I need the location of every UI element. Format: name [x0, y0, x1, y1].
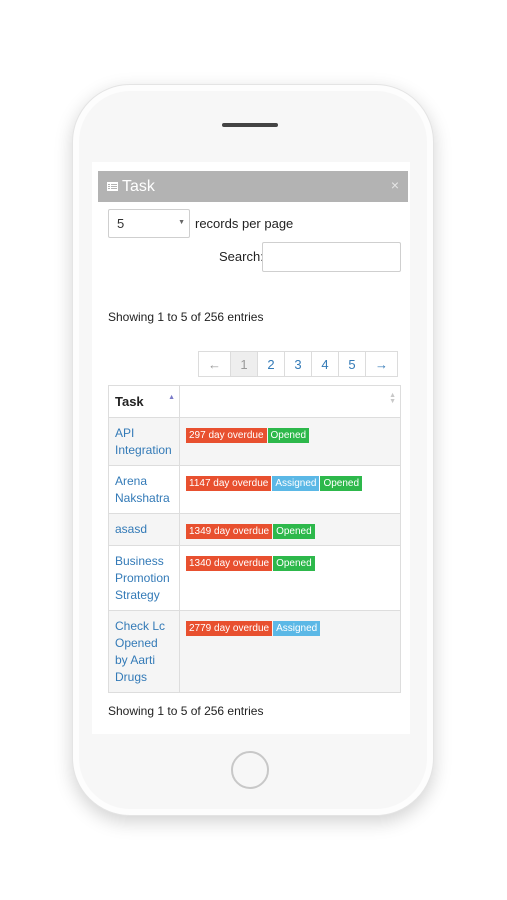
task-cell: asasd	[108, 513, 180, 546]
panel-header: Task ×	[98, 171, 408, 202]
records-per-page-select[interactable]: 5 ▼	[108, 209, 190, 238]
close-icon[interactable]: ×	[391, 177, 399, 193]
opened-badge: Opened	[273, 524, 315, 539]
pagination-prev-button[interactable]: ←	[198, 351, 231, 377]
overdue-badge: 1340 day overdue	[186, 556, 273, 571]
overdue-badge: 1147 day overdue	[186, 476, 272, 491]
list-icon	[107, 182, 118, 191]
task-link[interactable]: Arena Nakshatra	[115, 474, 170, 505]
panel-title: Task	[122, 177, 155, 195]
table-row: API Integration 297 day overdue Opened	[108, 417, 401, 466]
phone-screen: Task × 5 ▼ records per page Search: Show…	[92, 162, 410, 734]
pagination-next-button[interactable]: →	[365, 351, 398, 377]
assigned-badge: Assigned	[272, 476, 320, 491]
pagination-page-4[interactable]: 4	[311, 351, 339, 377]
pagination: ← 1 2 3 4 5 →	[198, 351, 398, 377]
overdue-badge: 1349 day overdue	[186, 524, 273, 539]
table-header-row: Task ▲ ▲ ▼	[108, 385, 401, 418]
pagination-page-5[interactable]: 5	[338, 351, 366, 377]
home-button[interactable]	[231, 751, 269, 789]
column-header-task-label: Task	[115, 394, 144, 409]
status-cell: 297 day overdue Opened	[179, 417, 401, 466]
assigned-badge: Assigned	[273, 621, 321, 636]
table-row: Business Promotion Strategy 1340 day ove…	[108, 545, 401, 611]
sort-asc-icon: ▲	[168, 394, 175, 401]
status-cell: 2779 day overdue Assigned	[179, 610, 401, 693]
task-link[interactable]: Check Lc Opened by Aarti Drugs	[115, 619, 165, 684]
pagination-page-1[interactable]: 1	[230, 351, 258, 377]
task-cell: Check Lc Opened by Aarti Drugs	[108, 610, 180, 693]
phone-speaker	[222, 123, 278, 127]
task-cell: Arena Nakshatra	[108, 465, 180, 514]
overdue-badge: 2779 day overdue	[186, 621, 273, 636]
pagination-page-2[interactable]: 2	[257, 351, 285, 377]
task-cell: API Integration	[108, 417, 180, 466]
opened-badge: Opened	[267, 428, 310, 443]
task-link[interactable]: asasd	[115, 522, 147, 536]
opened-badge: Opened	[273, 556, 315, 571]
search-label: Search:	[219, 249, 264, 264]
task-link[interactable]: API Integration	[115, 426, 172, 457]
chevron-down-icon: ▼	[178, 219, 185, 226]
status-cell: 1147 day overdue Assigned Opened	[179, 465, 401, 514]
column-header-task[interactable]: Task ▲	[108, 385, 180, 418]
status-cell: 1349 day overdue Opened	[179, 513, 401, 546]
records-per-page-value: 5	[117, 216, 125, 231]
opened-badge: Opened	[320, 476, 363, 491]
status-cell: 1340 day overdue Opened	[179, 545, 401, 611]
sort-icon: ▲ ▼	[389, 392, 396, 405]
column-header-status[interactable]: ▲ ▼	[179, 385, 401, 418]
table-row: asasd 1349 day overdue Opened	[108, 513, 401, 546]
table-row: Check Lc Opened by Aarti Drugs 2779 day …	[108, 610, 401, 693]
entries-info-bottom: Showing 1 to 5 of 256 entries	[108, 704, 264, 718]
overdue-badge: 297 day overdue	[186, 428, 267, 443]
task-cell: Business Promotion Strategy	[108, 545, 180, 611]
pagination-page-3[interactable]: 3	[284, 351, 312, 377]
records-per-page-label: records per page	[195, 216, 294, 231]
table-row: Arena Nakshatra 1147 day overdue Assigned…	[108, 465, 401, 514]
task-link[interactable]: Business Promotion Strategy	[115, 554, 170, 602]
search-input[interactable]	[262, 242, 401, 272]
task-table: Task ▲ ▲ ▼ API Integration 297 day overdu…	[108, 385, 401, 693]
entries-info-top: Showing 1 to 5 of 256 entries	[108, 310, 264, 324]
